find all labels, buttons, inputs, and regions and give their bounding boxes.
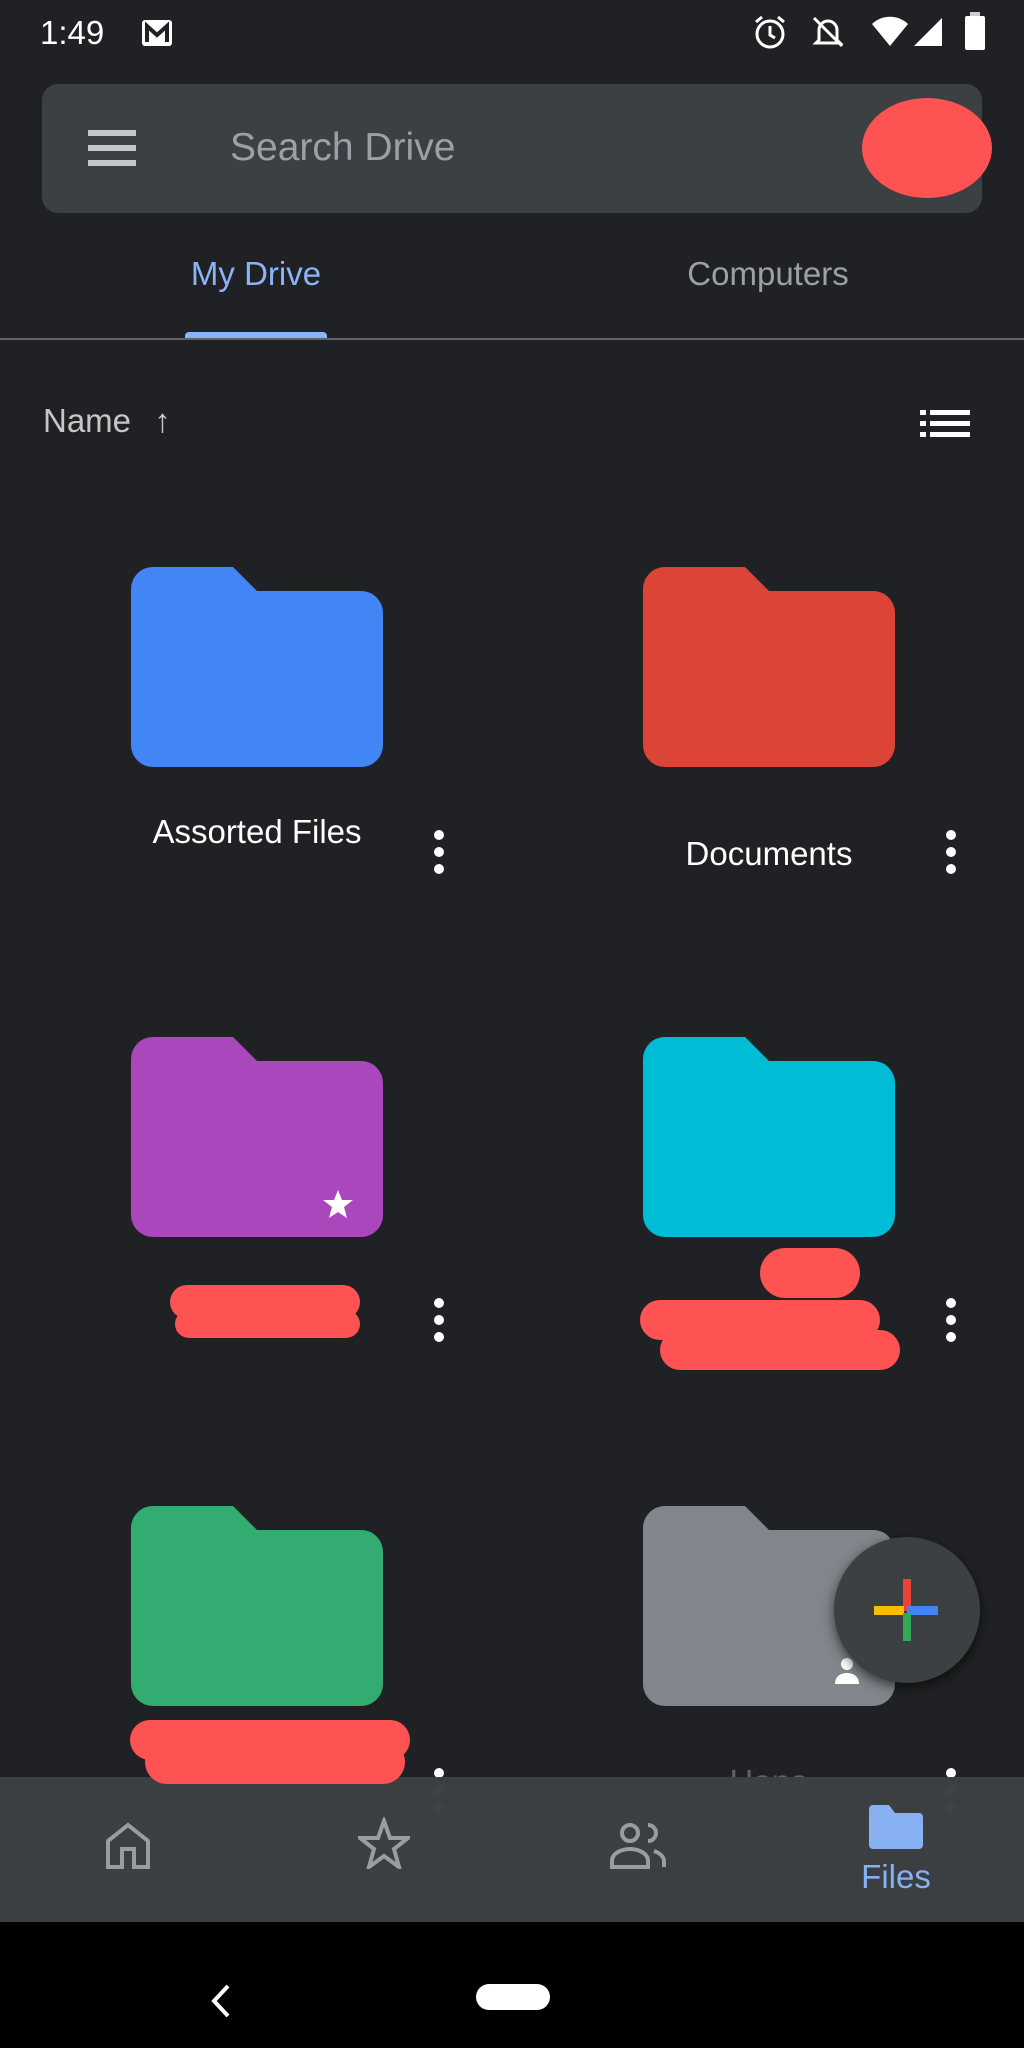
home-pill[interactable] bbox=[476, 1984, 550, 2010]
redaction-mark bbox=[660, 1330, 900, 1370]
tab-computers[interactable]: Computers bbox=[568, 255, 968, 293]
notifications-off-icon bbox=[812, 16, 844, 48]
folder-icon bbox=[643, 1037, 895, 1237]
more-options-icon[interactable] bbox=[433, 1298, 445, 1342]
more-options-icon[interactable] bbox=[945, 1298, 957, 1342]
search-input[interactable]: Search Drive bbox=[230, 126, 455, 170]
folder-icon bbox=[869, 1805, 923, 1849]
more-options-icon[interactable] bbox=[945, 830, 957, 874]
menu-icon[interactable] bbox=[88, 130, 136, 166]
redaction-mark bbox=[145, 1740, 405, 1784]
folder-name: Documents bbox=[685, 835, 853, 872]
folder-icon bbox=[131, 1037, 383, 1237]
more-options-icon[interactable] bbox=[433, 830, 445, 874]
account-avatar[interactable] bbox=[862, 98, 992, 198]
divider bbox=[0, 338, 1024, 340]
alarm-icon bbox=[755, 15, 785, 49]
wifi-icon bbox=[872, 16, 908, 46]
redaction-mark bbox=[175, 1310, 360, 1338]
battery-icon bbox=[965, 12, 985, 50]
status-bar: 1:49 bbox=[0, 0, 1024, 70]
folder-icon bbox=[131, 1506, 383, 1706]
signal-icon bbox=[914, 18, 942, 46]
people-icon[interactable] bbox=[610, 1821, 670, 1869]
folder-icon bbox=[131, 567, 383, 767]
plus-icon bbox=[874, 1579, 938, 1641]
nav-files-label: Files bbox=[861, 1858, 931, 1895]
bottom-navigation: Files bbox=[0, 1777, 1024, 1922]
status-time: 1:49 bbox=[40, 14, 105, 51]
list-view-icon[interactable] bbox=[920, 410, 970, 438]
new-button[interactable] bbox=[834, 1537, 980, 1683]
sort-button[interactable]: Name ↑ bbox=[43, 402, 171, 440]
folder-name: Assorted Files bbox=[152, 813, 362, 850]
sort-label: Name bbox=[43, 402, 132, 439]
folder-icon bbox=[643, 567, 895, 767]
search-bar[interactable]: Search Drive bbox=[42, 84, 992, 213]
tab-my-drive[interactable]: My Drive bbox=[56, 255, 456, 293]
home-icon[interactable] bbox=[104, 1821, 152, 1869]
back-icon[interactable] bbox=[210, 1984, 232, 2018]
system-navigation bbox=[0, 1922, 1024, 2048]
arrow-up-icon: ↑ bbox=[154, 402, 171, 439]
star-icon[interactable] bbox=[358, 1817, 410, 1869]
redaction-mark bbox=[760, 1248, 860, 1298]
nav-files[interactable]: Files bbox=[826, 1805, 966, 1896]
gmail-icon bbox=[142, 20, 172, 46]
